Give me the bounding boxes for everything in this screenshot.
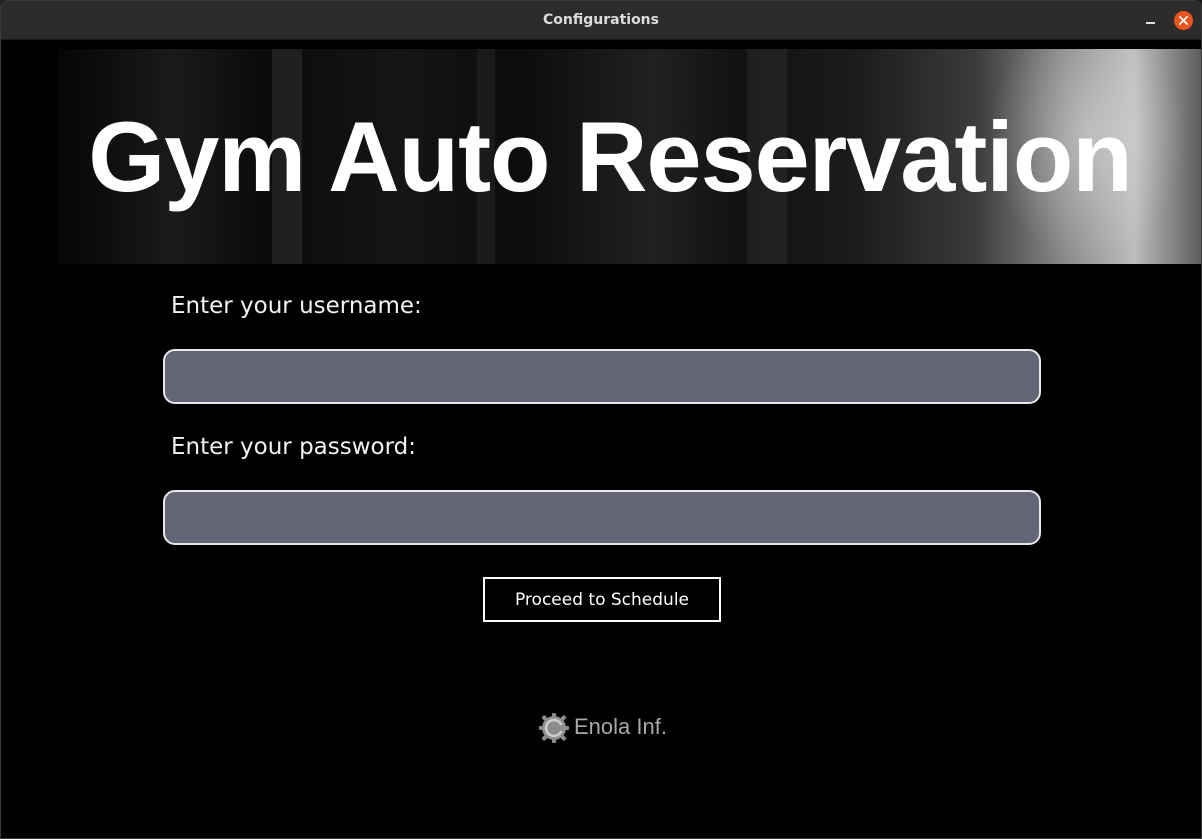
password-input[interactable] bbox=[163, 490, 1041, 545]
username-label: Enter your username: bbox=[171, 293, 422, 319]
window-title: Configurations bbox=[543, 12, 659, 28]
minimize-icon bbox=[1146, 22, 1155, 24]
brand-name: Enola Inf. bbox=[574, 714, 667, 739]
password-label: Enter your password: bbox=[171, 434, 417, 460]
configurations-window: Configurations Gym Auto Reservation Ente… bbox=[0, 0, 1202, 839]
proceed-to-schedule-button[interactable]: Proceed to Schedule bbox=[483, 577, 721, 622]
header-banner-image: Gym Auto Reservation bbox=[57, 49, 1201, 264]
banner-title: Gym Auto Reservation bbox=[88, 101, 1133, 212]
gear-logo-icon bbox=[539, 713, 569, 743]
username-input[interactable] bbox=[163, 349, 1041, 404]
title-bar[interactable]: Configurations bbox=[1, 1, 1201, 40]
minimize-button[interactable] bbox=[1141, 11, 1159, 29]
close-button[interactable] bbox=[1174, 11, 1193, 30]
close-icon bbox=[1179, 16, 1188, 25]
